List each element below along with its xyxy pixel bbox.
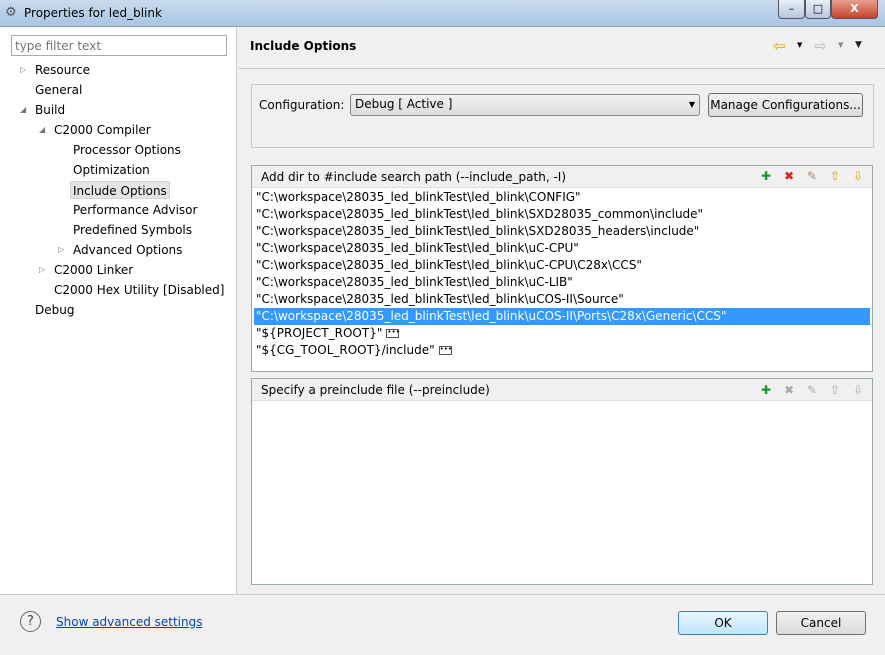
forward-arrow-icon[interactable]: ⇨ (814, 37, 827, 55)
edit-icon[interactable]: ✎ (804, 168, 820, 184)
maximize-button[interactable]: □ (805, 0, 831, 19)
tree-item[interactable]: C2000 Linker (54, 261, 133, 279)
delete-icon: ✖ (783, 383, 795, 397)
collapse-icon[interactable]: ◢ (39, 125, 45, 134)
title-bar: ⚙ Properties for led_blink – □ X (0, 0, 885, 27)
tree-item[interactable]: C2000 Hex Utility [Disabled] (54, 281, 224, 299)
include-path-row[interactable]: "C:\workspace\28035_led_blinkTest\led_bl… (254, 257, 870, 274)
tree-item[interactable]: C2000 Compiler (54, 121, 151, 139)
tree-item[interactable]: Performance Advisor (73, 201, 197, 219)
include-path-list: Add dir to #include search path (--inclu… (251, 165, 873, 372)
ok-button[interactable]: OK (678, 611, 768, 635)
configuration-value: Debug [ Active ] (355, 97, 453, 111)
include-path-row[interactable]: "C:\workspace\28035_led_blinkTest\led_bl… (254, 189, 870, 206)
include-path-text: "C:\workspace\28035_led_blinkTest\led_bl… (256, 292, 624, 306)
include-path-text: "C:\workspace\28035_led_blinkTest\led_bl… (256, 275, 573, 289)
include-path-row[interactable]: "C:\workspace\28035_led_blinkTest\led_bl… (254, 308, 870, 325)
move-up-icon: ⇧ (829, 383, 841, 397)
view-menu-icon[interactable]: ▼ (855, 40, 862, 50)
edit-icon: ✎ (806, 383, 818, 397)
include-path-row[interactable]: "C:\workspace\28035_led_blinkTest\led_bl… (254, 240, 870, 257)
collapse-icon[interactable]: ◢ (20, 105, 26, 114)
include-path-row[interactable]: "C:\workspace\28035_led_blinkTest\led_bl… (254, 206, 870, 223)
include-path-title: Add dir to #include search path (--inclu… (261, 170, 567, 184)
forward-dropdown-icon[interactable]: ▼ (838, 41, 843, 49)
more-icon[interactable]: ••• (438, 346, 452, 355)
add-icon[interactable]: ✚ (758, 382, 774, 398)
minimize-button[interactable]: – (778, 0, 805, 19)
include-path-text: "C:\workspace\28035_led_blinkTest\led_bl… (256, 190, 581, 204)
expand-icon[interactable]: ▷ (20, 65, 26, 74)
include-path-text: "${PROJECT_ROOT}" (256, 326, 383, 340)
footer-divider (0, 594, 885, 595)
tree-item[interactable]: Resource (35, 61, 90, 79)
preinclude-toolbar: ✚ ✖ ✎ ⇧ ⇩ (758, 382, 866, 398)
cancel-button[interactable]: Cancel (776, 611, 866, 635)
app-icon: ⚙ (5, 5, 17, 20)
tree-item[interactable]: Build (35, 101, 65, 119)
include-path-text: "C:\workspace\28035_led_blinkTest\led_bl… (256, 309, 727, 323)
window-title: Properties for led_blink (24, 6, 162, 20)
include-path-row[interactable]: "C:\workspace\28035_led_blinkTest\led_bl… (254, 274, 870, 291)
add-icon[interactable]: ✚ (758, 168, 774, 184)
tree-item[interactable]: Predefined Symbols (73, 221, 192, 239)
delete-icon[interactable]: ✖ (781, 168, 797, 184)
tree-item[interactable]: Optimization (73, 161, 150, 179)
include-path-row[interactable]: "${PROJECT_ROOT}" ••• (254, 325, 870, 342)
preinclude-list: Specify a preinclude file (--preinclude) (251, 378, 873, 585)
tree-item[interactable]: Include Options (70, 181, 170, 199)
filter-input[interactable] (11, 35, 227, 56)
header-divider (238, 68, 885, 69)
page-title: Include Options (250, 39, 357, 53)
close-button[interactable]: X (831, 0, 878, 19)
move-up-icon[interactable]: ⇧ (827, 168, 843, 184)
configuration-label: Configuration: (259, 98, 345, 112)
expand-icon[interactable]: ▷ (39, 265, 45, 274)
tree-item[interactable]: Advanced Options (73, 241, 182, 259)
back-arrow-icon[interactable]: ⇦ (773, 37, 786, 55)
include-path-row[interactable]: "C:\workspace\28035_led_blinkTest\led_bl… (254, 223, 870, 240)
include-path-text: "C:\workspace\28035_led_blinkTest\led_bl… (256, 241, 579, 255)
include-path-row[interactable]: "${CG_TOOL_ROOT}/include" ••• (254, 342, 870, 359)
chevron-down-icon: ▼ (688, 100, 695, 109)
help-icon[interactable]: ? (20, 611, 41, 632)
include-path-row[interactable]: "C:\workspace\28035_led_blinkTest\led_bl… (254, 291, 870, 308)
include-path-text: "${CG_TOOL_ROOT}/include" (256, 343, 435, 357)
include-path-text: "C:\workspace\28035_led_blinkTest\led_bl… (256, 207, 704, 221)
include-path-text: "C:\workspace\28035_led_blinkTest\led_bl… (256, 258, 642, 272)
back-dropdown-icon[interactable]: ▼ (797, 41, 802, 49)
more-icon[interactable]: ••• (386, 329, 400, 338)
tree-item[interactable]: Debug (35, 301, 74, 319)
move-down-icon: ⇩ (852, 383, 864, 397)
preinclude-title: Specify a preinclude file (--preinclude) (261, 383, 490, 397)
include-toolbar: ✚ ✖ ✎ ⇧ ⇩ (758, 168, 866, 184)
expand-icon[interactable]: ▷ (58, 245, 64, 254)
configuration-select[interactable]: Debug [ Active ] ▼ (350, 94, 700, 116)
manage-configurations-button[interactable]: Manage Configurations... (708, 93, 863, 117)
tree-item[interactable]: Processor Options (73, 141, 181, 159)
tree-item[interactable]: General (35, 81, 82, 99)
show-advanced-settings-link[interactable]: Show advanced settings (56, 615, 203, 629)
include-path-text: "C:\workspace\28035_led_blinkTest\led_bl… (256, 224, 700, 238)
move-down-icon[interactable]: ⇩ (850, 168, 866, 184)
